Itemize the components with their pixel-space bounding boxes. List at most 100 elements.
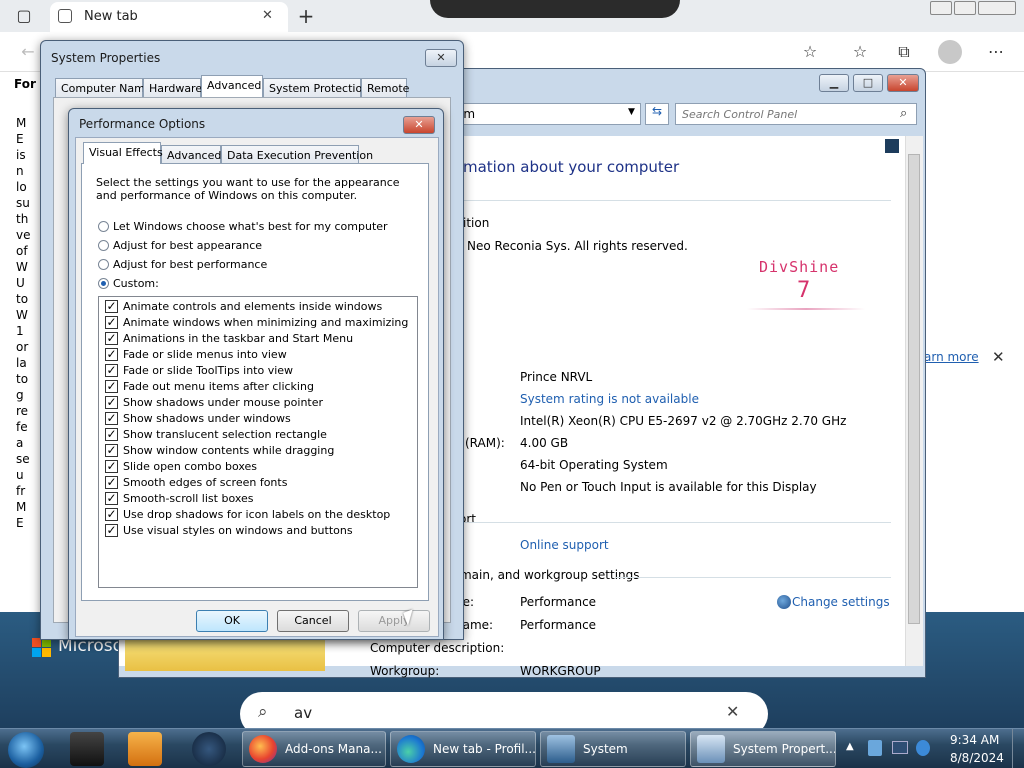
ok-button[interactable]: OK: [196, 610, 268, 632]
checkbox[interactable]: ✓: [105, 411, 118, 425]
add-favorite-icon[interactable]: ☆: [796, 38, 824, 66]
copyright-text: Neo Reconia Sys. All rights reserved.: [467, 239, 688, 253]
clear-search-icon[interactable]: ✕: [726, 702, 739, 721]
browser-tab-new-tab[interactable]: New tab ✕: [50, 2, 288, 32]
radio-option[interactable]: Adjust for best performance: [98, 256, 267, 272]
checkbox[interactable]: ✓: [105, 507, 118, 521]
effect-checkbox-row[interactable]: ✓ Fade or slide ToolTips into view: [105, 362, 293, 378]
tab-close-icon[interactable]: ✕: [262, 8, 273, 23]
tab-computer-name[interactable]: Computer Name: [55, 78, 152, 98]
sysprops-close-button[interactable]: ✕: [425, 49, 457, 67]
close-icon[interactable]: ✕: [992, 348, 1005, 366]
favorites-icon[interactable]: ☆: [846, 38, 874, 66]
checkbox[interactable]: ✓: [105, 395, 118, 409]
search-icon[interactable]: ⌕: [900, 106, 907, 121]
perf-close-button[interactable]: ✕: [403, 116, 435, 134]
start-button[interactable]: [8, 732, 44, 768]
browser-close-button[interactable]: [978, 1, 1016, 15]
change-settings-link[interactable]: Change settings: [792, 595, 890, 609]
effect-checkbox-row[interactable]: ✓ Slide open combo boxes: [105, 458, 257, 474]
effect-checkbox-row[interactable]: ✓ Animate windows when minimizing and max…: [105, 314, 408, 330]
help-icon[interactable]: [885, 139, 899, 153]
cp-minimize-button[interactable]: ▁: [819, 74, 849, 92]
effect-checkbox-row[interactable]: ✓ Use drop shadows for icon labels on the…: [105, 506, 390, 522]
tab-advanced[interactable]: Advanced: [161, 145, 221, 165]
taskbar-item-system[interactable]: System: [540, 731, 686, 767]
checkbox[interactable]: ✓: [105, 427, 118, 441]
effect-label: Show shadows under windows: [123, 411, 291, 425]
checkbox[interactable]: ✓: [105, 491, 118, 505]
refresh-icon[interactable]: ⇆: [645, 103, 669, 125]
checkbox[interactable]: ✓: [105, 315, 118, 329]
cp-close-button[interactable]: ✕: [887, 74, 919, 92]
rating-link[interactable]: System rating is not available: [520, 392, 699, 406]
app-icon[interactable]: [192, 732, 226, 766]
checkbox[interactable]: ✓: [105, 331, 118, 345]
radio-button[interactable]: [98, 239, 109, 251]
checkbox[interactable]: ✓: [105, 443, 118, 457]
checkbox[interactable]: ✓: [105, 299, 118, 313]
checkbox[interactable]: ✓: [105, 363, 118, 377]
back-icon[interactable]: ←: [14, 38, 42, 66]
tab-data-execution-prevention[interactable]: Data Execution Prevention: [221, 145, 373, 165]
action-center-icon[interactable]: [868, 740, 882, 756]
terminal-icon[interactable]: [70, 732, 104, 766]
more-menu-icon[interactable]: ⋯: [982, 38, 1010, 66]
taskbar-item-firefox[interactable]: Add-ons Mana...: [242, 731, 386, 767]
volume-icon[interactable]: [916, 740, 930, 756]
effect-checkbox-row[interactable]: ✓ Animations in the taskbar and Start Men…: [105, 330, 353, 346]
address-dropdown-icon[interactable]: ▼: [628, 107, 635, 117]
radio-option[interactable]: Let Windows choose what's best for my co…: [98, 218, 388, 234]
show-hidden-icons-icon[interactable]: ▲: [846, 741, 854, 752]
learn-more-link[interactable]: arn more: [924, 350, 979, 364]
online-support-link[interactable]: Online support: [520, 538, 609, 552]
tab-actions-icon[interactable]: ▢: [10, 2, 38, 30]
radio-option[interactable]: Custom:: [98, 275, 159, 291]
tab-visual-effects[interactable]: Visual Effects: [83, 142, 163, 164]
tab-remote[interactable]: Remote: [361, 78, 409, 98]
left-column-line: E: [16, 516, 24, 530]
checkbox[interactable]: ✓: [105, 347, 118, 361]
media-player-icon[interactable]: [128, 732, 162, 766]
taskbar-item-system-properties[interactable]: System Propert...: [690, 731, 836, 767]
cp-scrollbar-thumb[interactable]: [908, 154, 920, 624]
effect-checkbox-row[interactable]: ✓ Animate controls and elements inside wi…: [105, 298, 382, 314]
checkbox[interactable]: ✓: [105, 475, 118, 489]
checkbox[interactable]: ✓: [105, 459, 118, 473]
radio-option[interactable]: Adjust for best appearance: [98, 237, 262, 253]
collections-icon[interactable]: ⧉: [890, 38, 918, 66]
new-tab-button[interactable]: +: [292, 2, 320, 30]
effect-checkbox-row[interactable]: ✓ Smooth edges of screen fonts: [105, 474, 287, 490]
effects-checklist[interactable]: ✓ Animate controls and elements inside wi…: [98, 296, 418, 588]
checkbox[interactable]: ✓: [105, 523, 118, 537]
effect-checkbox-row[interactable]: ✓ Fade out menu items after clicking: [105, 378, 314, 394]
effect-checkbox-row[interactable]: ✓ Smooth-scroll list boxes: [105, 490, 254, 506]
checkbox[interactable]: ✓: [105, 379, 118, 393]
effect-checkbox-row[interactable]: ✓ Show translucent selection rectangle: [105, 426, 327, 442]
effect-checkbox-row[interactable]: ✓ Show shadows under mouse pointer: [105, 394, 323, 410]
web-search-input[interactable]: av: [294, 704, 312, 722]
cancel-button[interactable]: Cancel: [277, 610, 349, 632]
radio-button[interactable]: [98, 277, 109, 289]
cp-maximize-button[interactable]: □: [853, 74, 883, 92]
show-desktop-button[interactable]: [1012, 729, 1024, 768]
browser-restore-button[interactable]: [954, 1, 976, 15]
tab-hardware[interactable]: Hardware: [143, 78, 202, 98]
profile-avatar[interactable]: [938, 40, 962, 64]
clock-time[interactable]: 9:34 AM: [950, 733, 999, 747]
radio-button[interactable]: [98, 258, 109, 270]
taskbar-item-edge[interactable]: New tab - Profil...: [390, 731, 536, 767]
effect-checkbox-row[interactable]: ✓ Fade or slide menus into view: [105, 346, 287, 362]
tab-advanced[interactable]: Advanced: [201, 75, 263, 97]
effect-checkbox-row[interactable]: ✓ Show window contents while dragging: [105, 442, 334, 458]
browser-minimize-button[interactable]: [930, 1, 952, 15]
separator: [615, 577, 891, 578]
cp-scrollbar[interactable]: [905, 136, 923, 666]
clock-date[interactable]: 8/8/2024: [950, 751, 1004, 765]
tab-system-protection[interactable]: System Protection: [263, 78, 369, 98]
radio-button[interactable]: [98, 220, 109, 232]
effect-checkbox-row[interactable]: ✓ Show shadows under windows: [105, 410, 291, 426]
cp-search-box[interactable]: Search Control Panel ⌕: [675, 103, 917, 125]
network-icon[interactable]: [892, 741, 908, 754]
effect-checkbox-row[interactable]: ✓ Use visual styles on windows and button…: [105, 522, 353, 538]
